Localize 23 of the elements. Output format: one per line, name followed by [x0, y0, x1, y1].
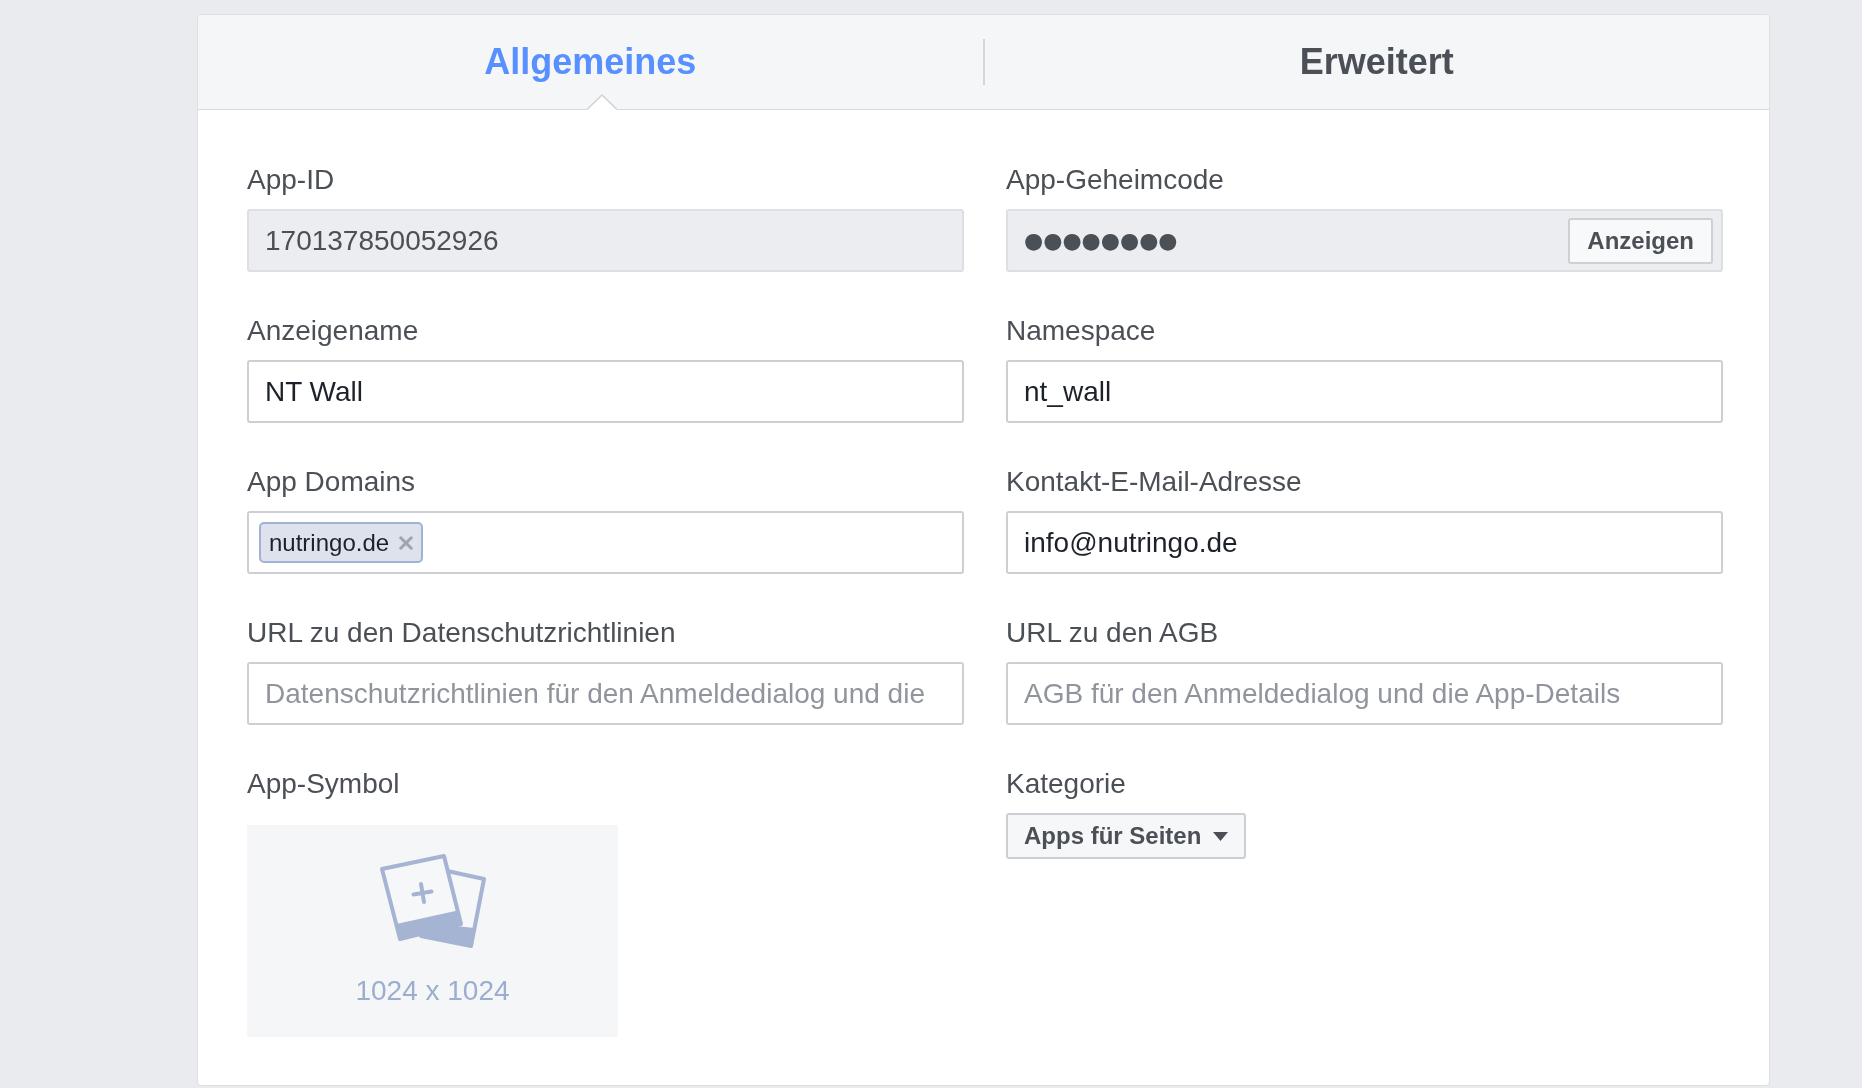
text-field[interactable]: AGB für den Anmeldedialog und die App-Details: [1006, 662, 1723, 725]
field-label: App Domains: [247, 465, 416, 499]
field-label: URL zu den AGB: [1006, 616, 1219, 650]
text-field[interactable]: NT Wall: [247, 360, 964, 423]
text-field[interactable]: info@nutringo.de: [1006, 511, 1723, 574]
field-label: Kontakt-E-Mail-Adresse: [1006, 465, 1302, 499]
masked-value: ●●●●●●●●: [1024, 228, 1178, 253]
field-label: URL zu den Datenschutzrichtlinien: [247, 616, 676, 650]
text-field[interactable]: Datenschutzrichtlinien für den Anmeldedialog und die: [247, 662, 964, 725]
field-label: App-Geheimcode: [1006, 163, 1224, 197]
field-label: Anzeigename: [247, 314, 419, 348]
remove-icon[interactable]: [399, 535, 414, 550]
image-size-hint: 1024 x 1024: [355, 974, 510, 1008]
field-label: App-Symbol: [247, 767, 400, 801]
domains-field[interactable]: nutringo.de: [247, 511, 964, 574]
text-field[interactable]: nt_wall: [1006, 360, 1723, 423]
caret-icon: [1213, 831, 1229, 841]
field-label: Namespace: [1006, 314, 1156, 348]
field-label: Kategorie: [1006, 767, 1126, 801]
category-dropdown[interactable]: Apps für Seiten: [1006, 813, 1247, 859]
tab[interactable]: Erweitert: [984, 15, 1769, 109]
domain-tag[interactable]: nutringo.de: [259, 522, 424, 563]
field-label: App-ID: [247, 163, 335, 197]
